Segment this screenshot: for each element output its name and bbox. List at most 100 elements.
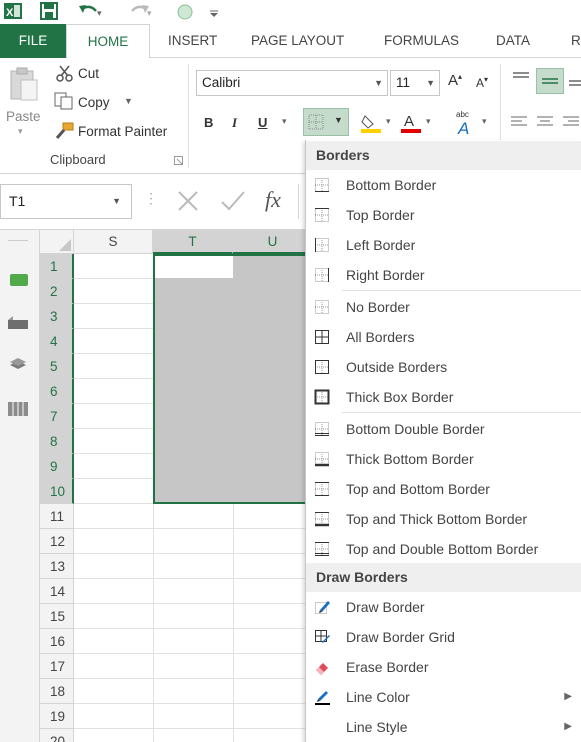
font-name-combo[interactable]: Calibri ▼ (196, 70, 388, 96)
copy-button[interactable]: Copy (78, 95, 110, 110)
menu-item-right-border[interactable]: Right Border (306, 260, 581, 290)
row-header[interactable]: 13 (40, 554, 74, 579)
cut-icon[interactable] (56, 65, 74, 83)
cut-button[interactable]: Cut (78, 66, 99, 81)
align-center-icon[interactable] (536, 114, 554, 130)
undo-icon[interactable]: ▾ (78, 1, 104, 21)
table-icon[interactable] (8, 402, 28, 416)
menu-item-all-borders[interactable]: All Borders (306, 322, 581, 352)
font-size-combo[interactable]: 11 ▼ (390, 70, 440, 96)
menu-item-top-bottom-border[interactable]: Top and Bottom Border (306, 474, 581, 504)
row-header[interactable]: 1 (40, 254, 74, 279)
format-painter-button[interactable]: Format Painter (78, 124, 167, 139)
row-header[interactable]: 19 (40, 704, 74, 729)
row-header[interactable]: 18 (40, 679, 74, 704)
menu-item-line-color[interactable]: Line Color ▶ (306, 682, 581, 712)
circle-icon[interactable] (176, 1, 194, 21)
customize-qat-icon[interactable] (208, 1, 220, 21)
menu-item-no-border[interactable]: No Border (306, 292, 581, 322)
format-painter-icon[interactable] (54, 122, 74, 140)
bold-button[interactable]: B (204, 115, 213, 130)
top-align-icon[interactable] (512, 71, 530, 85)
save-icon[interactable] (40, 1, 58, 21)
borders-dropdown-icon[interactable]: ▼ (334, 115, 343, 125)
menu-item-outside-borders[interactable]: Outside Borders (306, 352, 581, 382)
selected-range[interactable] (153, 254, 313, 504)
menu-item-thick-bottom-border[interactable]: Thick Bottom Border (306, 444, 581, 474)
insert-function-button[interactable]: fx (265, 187, 281, 213)
underline-button[interactable]: U (258, 115, 267, 130)
redo-icon[interactable]: ▾ (128, 1, 154, 21)
menu-item-draw-border[interactable]: Draw Border (306, 592, 581, 622)
row-header[interactable]: 5 (40, 354, 74, 379)
green-card-icon[interactable] (10, 274, 28, 286)
row-header[interactable]: 3 (40, 304, 74, 329)
chart-icon[interactable] (7, 316, 29, 330)
menu-item-left-border[interactable]: Left Border (306, 230, 581, 260)
stack-icon[interactable] (8, 356, 28, 372)
active-cell[interactable] (155, 256, 233, 278)
menu-item-bottom-double-border[interactable]: Bottom Double Border (306, 414, 581, 444)
row-header[interactable]: 12 (40, 529, 74, 554)
align-left-icon[interactable] (510, 114, 528, 130)
row-header[interactable]: 9 (40, 454, 74, 479)
row-header[interactable]: 10 (40, 479, 74, 504)
underline-dropdown-icon[interactable]: ▾ (282, 116, 287, 127)
phonetic-dropdown-icon[interactable]: ▾ (482, 116, 487, 127)
chevron-down-icon[interactable]: ▼ (112, 185, 121, 218)
paste-dropdown-icon[interactable]: ▾ (18, 126, 23, 137)
tab-home[interactable]: HOME (66, 24, 150, 59)
select-all-corner[interactable] (40, 230, 74, 254)
enter-icon[interactable] (220, 189, 246, 213)
menu-item-top-double-bottom-border[interactable]: Top and Double Bottom Border (306, 534, 581, 564)
chevron-down-icon[interactable]: ▼ (374, 71, 383, 95)
row-header[interactable]: 8 (40, 429, 74, 454)
font-color-icon[interactable]: A (400, 112, 422, 134)
italic-button[interactable]: I (232, 115, 237, 131)
row-header[interactable]: 2 (40, 279, 74, 304)
vertical-dots-icon[interactable]: ⋮ (144, 190, 158, 207)
formula-input[interactable] (298, 184, 305, 219)
row-header[interactable]: 6 (40, 379, 74, 404)
row-header[interactable]: 16 (40, 629, 74, 654)
name-box[interactable]: T1 ▼ (0, 184, 132, 219)
phonetic-icon[interactable]: abcA (452, 108, 478, 136)
row-header[interactable]: 15 (40, 604, 74, 629)
fill-color-dropdown-icon[interactable]: ▾ (386, 116, 391, 127)
bottom-align-icon[interactable] (568, 73, 581, 87)
font-color-dropdown-icon[interactable]: ▾ (426, 116, 431, 127)
tab-page-layout[interactable]: PAGE LAYOUT (251, 24, 344, 58)
tab-file[interactable]: FILE (0, 24, 66, 58)
borders-button[interactable]: ▼ (303, 108, 349, 136)
paste-button[interactable]: Paste (6, 109, 41, 124)
middle-align-button[interactable] (536, 68, 564, 94)
row-header[interactable]: 7 (40, 404, 74, 429)
menu-item-top-border[interactable]: Top Border (306, 200, 581, 230)
tab-review[interactable]: R (571, 24, 581, 58)
align-right-icon[interactable] (562, 114, 580, 130)
column-header-s[interactable]: S (74, 230, 153, 254)
menu-item-line-style[interactable]: Line Style ▶ (306, 712, 581, 742)
fill-color-icon[interactable] (360, 112, 382, 134)
chevron-down-icon[interactable]: ▼ (426, 71, 435, 95)
cancel-icon[interactable] (176, 189, 200, 213)
tab-formulas[interactable]: FORMULAS (384, 24, 459, 58)
column-header-t[interactable]: T (153, 230, 233, 254)
copy-dropdown-icon[interactable]: ▼ (124, 96, 133, 106)
tab-data[interactable]: DATA (496, 24, 530, 58)
column-header-u[interactable]: U (233, 230, 313, 254)
row-header[interactable]: 14 (40, 579, 74, 604)
menu-item-eraser[interactable]: Erase Border (306, 652, 581, 682)
menu-item-top-thick-bottom-border[interactable]: Top and Thick Bottom Border (306, 504, 581, 534)
paste-icon[interactable] (8, 66, 40, 102)
menu-item-thick-box-border[interactable]: Thick Box Border (306, 382, 581, 412)
row-header[interactable]: 17 (40, 654, 74, 679)
row-header[interactable]: 4 (40, 329, 74, 354)
shrink-font-icon[interactable]: A▾ (476, 75, 488, 90)
tab-insert[interactable]: INSERT (168, 24, 217, 58)
menu-item-bottom-border[interactable]: Bottom Border (306, 170, 581, 200)
menu-item-draw-border-grid[interactable]: Draw Border Grid (306, 622, 581, 652)
row-header[interactable]: 20 (40, 729, 74, 742)
grow-font-icon[interactable]: A▴ (448, 72, 462, 89)
dialog-launcher-icon[interactable] (174, 156, 183, 165)
